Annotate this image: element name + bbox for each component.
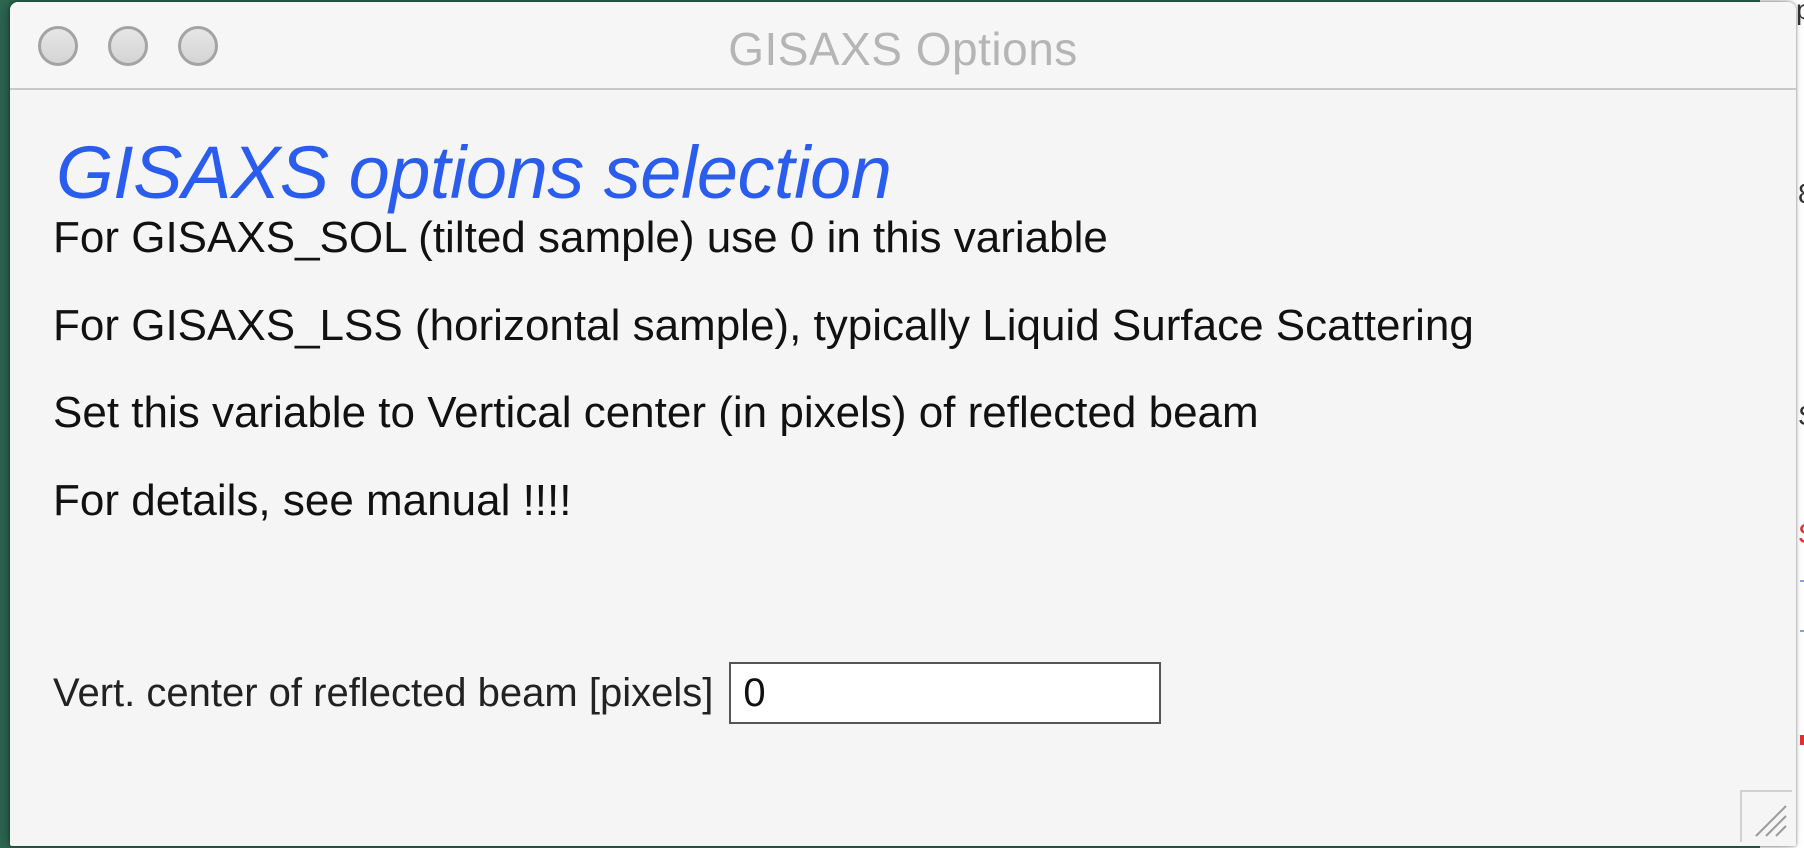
background-line (1800, 580, 1804, 582)
background-line (1800, 630, 1804, 632)
info-line-sol: For GISAXS_SOL (tilted sample) use 0 in … (53, 213, 1108, 262)
reflected-beam-label: Vert. center of reflected beam [pixels] (53, 670, 714, 715)
background-text-fragment: 8 (1798, 178, 1804, 210)
info-line-manual: For details, see manual !!!! (53, 476, 572, 525)
reflected-beam-input[interactable] (729, 662, 1162, 724)
background-text-fragment: p (1796, 0, 1804, 25)
dialog-heading: GISAXS options selection (56, 131, 892, 214)
info-line-set-variable: Set this variable to Vertical center (in… (53, 388, 1259, 437)
gisaxs-options-window: GISAXS Options GISAXS options selection … (10, 2, 1796, 846)
dialog-content: GISAXS options selection For GISAXS_SOL … (10, 90, 1796, 846)
background-text-fragment: S (1798, 518, 1804, 550)
resize-grip[interactable] (1740, 790, 1792, 842)
background-text-fragment: S (1798, 400, 1804, 432)
title-bar[interactable]: GISAXS Options (10, 2, 1796, 90)
background-line (1800, 735, 1804, 745)
reflected-beam-field-row: Vert. center of reflected beam [pixels] (53, 660, 1162, 726)
window-title: GISAXS Options (728, 23, 1078, 75)
resize-grip-icon (1755, 805, 1787, 837)
info-line-lss: For GISAXS_LSS (horizontal sample), typi… (53, 301, 1474, 350)
